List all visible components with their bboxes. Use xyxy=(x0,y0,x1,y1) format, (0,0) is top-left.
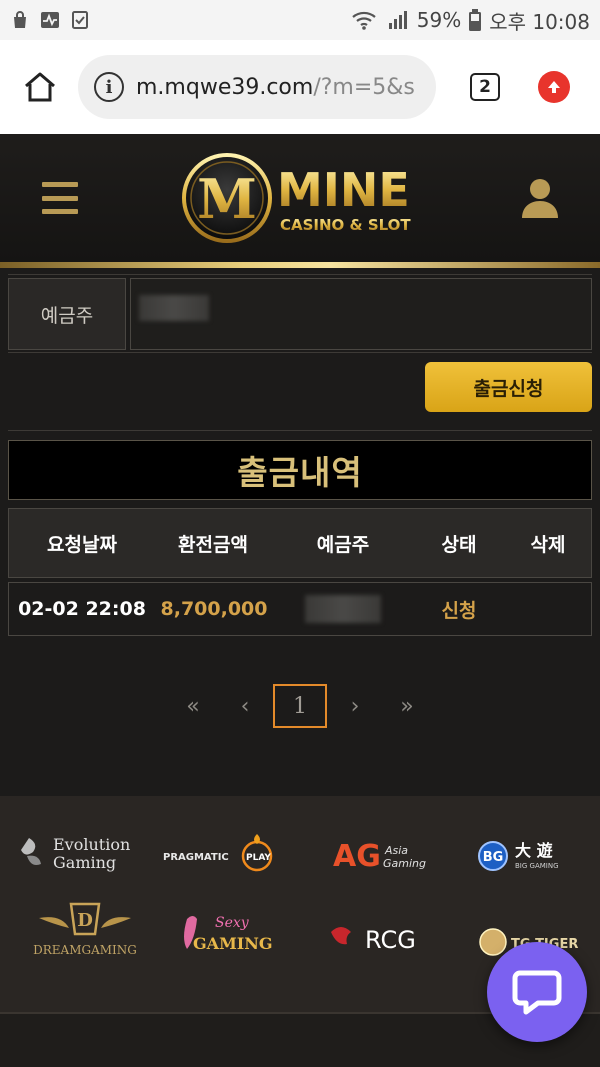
url-path: /?m=5&s xyxy=(313,74,415,100)
svg-text:Gaming: Gaming xyxy=(383,857,426,870)
pragmatic-play-logo[interactable]: PRAGMATIC PLAY xyxy=(152,816,302,886)
depositor-field xyxy=(130,278,592,350)
svg-text:Asia: Asia xyxy=(384,844,408,857)
withdraw-history-table: 요청날짜 환전금액 예금주 상태 삭제 02-02 22:08 8,700,00… xyxy=(8,508,592,636)
svg-text:AG: AG xyxy=(333,839,381,874)
section-divider xyxy=(8,430,592,431)
row-status: 신청 xyxy=(441,599,477,622)
svg-text:Evolution: Evolution xyxy=(53,835,130,854)
table-header-row: 요청날짜 환전금액 예금주 상태 삭제 xyxy=(8,508,592,578)
svg-text:MINE: MINE xyxy=(277,163,410,217)
site-header: M MINE CASINO & SLOT xyxy=(0,134,600,262)
svg-text:Gaming: Gaming xyxy=(53,853,116,872)
redacted-name xyxy=(139,295,209,321)
home-button[interactable] xyxy=(14,61,66,113)
sexy-gaming-logo[interactable]: Sexy GAMING xyxy=(152,900,302,970)
status-time: 오후 10:08 xyxy=(489,9,590,34)
hamburger-menu-icon[interactable] xyxy=(42,182,78,214)
url-text: m.mqwe39.com/?m=5&s xyxy=(136,75,415,100)
svg-text:Sexy: Sexy xyxy=(215,915,250,931)
live-chat-button[interactable] xyxy=(487,942,587,1042)
svg-text:DREAMGAMING: DREAMGAMING xyxy=(33,943,137,957)
status-system: 59% 오후 10:08 xyxy=(351,6,590,35)
table-row: 02-02 22:08 8,700,000 신청 xyxy=(8,582,592,636)
withdraw-history-title: 출금내역 xyxy=(237,453,363,492)
column-header-delete: 삭제 xyxy=(530,533,566,556)
row-depositor xyxy=(271,583,415,635)
shopping-bag-icon xyxy=(14,11,26,28)
arrow-up-icon xyxy=(548,81,560,93)
svg-text:CASINO & SLOT: CASINO & SLOT xyxy=(280,216,411,234)
depositor-row: 예금주 xyxy=(8,278,592,350)
battery-icon xyxy=(469,9,482,31)
svg-text:M: M xyxy=(197,167,257,231)
first-page-button[interactable]: « xyxy=(167,684,219,728)
withdraw-request-button[interactable]: 출금신청 xyxy=(425,362,592,412)
svg-text:GAMING: GAMING xyxy=(193,934,273,953)
redacted-depositor xyxy=(305,595,381,623)
svg-text:RCG: RCG xyxy=(365,926,416,954)
big-gaming-logo[interactable]: BG 大 遊 BIG GAMING xyxy=(448,816,598,886)
column-header-status: 상태 xyxy=(441,533,477,556)
address-bar[interactable]: i m.mqwe39.com/?m=5&s xyxy=(78,55,436,119)
svg-text:BG: BG xyxy=(483,850,504,865)
rcg-logo[interactable]: RCG xyxy=(300,902,450,972)
checklist-icon xyxy=(72,11,88,29)
url-domain: m.mqwe39.com xyxy=(136,74,314,100)
withdraw-history-header: 출금내역 xyxy=(8,440,592,500)
svg-text:D: D xyxy=(77,910,93,931)
battery-percent: 59% xyxy=(416,8,462,32)
svg-text:PLAY: PLAY xyxy=(246,853,271,863)
mine-casino-logo[interactable]: M MINE CASINO & SLOT xyxy=(182,152,422,244)
asia-gaming-logo[interactable]: AG Asia Gaming xyxy=(300,816,450,886)
tab-switcher-button[interactable]: 2 xyxy=(470,73,500,101)
column-header-depositor: 예금주 xyxy=(316,533,370,556)
evolution-gaming-logo[interactable]: Evolution Gaming xyxy=(12,816,162,886)
activity-icon xyxy=(41,12,59,28)
last-page-button[interactable]: » xyxy=(381,684,433,728)
row-date: 02-02 22:08 xyxy=(18,598,146,620)
status-bar: 59% 오후 10:08 xyxy=(0,0,600,40)
browser-toolbar: i m.mqwe39.com/?m=5&s 2 xyxy=(0,40,600,134)
row-divider xyxy=(8,352,592,353)
svg-text:BIG GAMING: BIG GAMING xyxy=(515,862,559,870)
user-account-icon[interactable] xyxy=(520,178,560,218)
column-header-date: 요청날짜 xyxy=(47,533,117,556)
svg-text:大 遊: 大 遊 xyxy=(515,841,553,860)
row-divider xyxy=(8,274,592,275)
site-info-icon[interactable]: i xyxy=(94,72,124,102)
dream-gaming-logo[interactable]: D DREAMGAMING xyxy=(10,896,160,976)
pagination: « ‹ 1 › » xyxy=(0,684,600,728)
signal-icon xyxy=(388,11,407,29)
wifi-icon xyxy=(352,11,376,30)
row-amount: 8,700,000 xyxy=(160,598,268,620)
column-header-amount: 환전금액 xyxy=(178,533,248,556)
home-icon xyxy=(25,72,55,102)
depositor-label: 예금주 xyxy=(8,278,126,350)
row-delete[interactable] xyxy=(503,583,593,635)
page-1-button[interactable]: 1 xyxy=(273,684,327,728)
svg-text:PRAGMATIC: PRAGMATIC xyxy=(163,852,229,863)
next-page-button[interactable]: › xyxy=(329,684,381,728)
chat-bubble-icon xyxy=(512,970,562,1015)
status-notifications xyxy=(10,10,90,30)
prev-page-button[interactable]: ‹ xyxy=(219,684,271,728)
withdraw-page: 예금주 출금신청 출금내역 요청날짜 환전금액 예금주 상태 삭제 02-02 … xyxy=(0,268,600,796)
update-button[interactable] xyxy=(538,71,570,103)
